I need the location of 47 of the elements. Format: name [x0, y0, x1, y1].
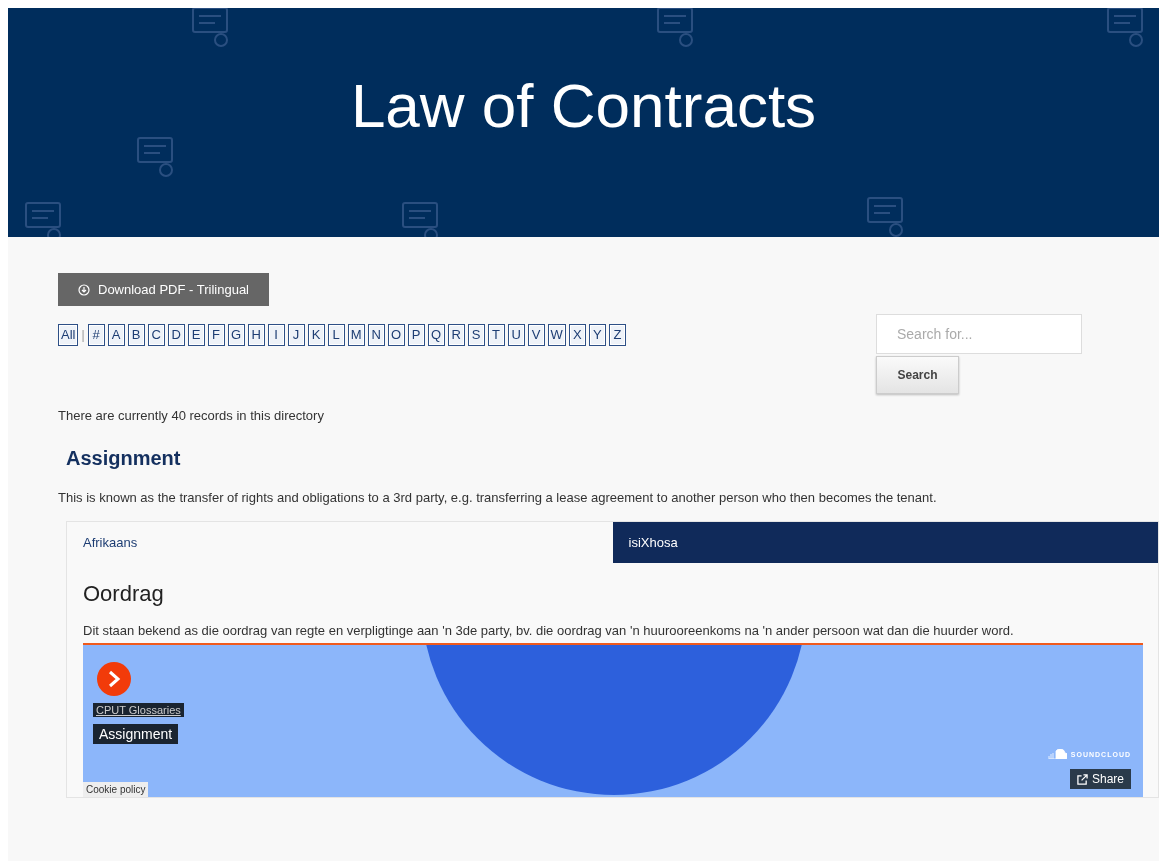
letter-link[interactable]: I	[267, 324, 285, 346]
letter-link[interactable]: L	[327, 324, 345, 346]
letter-link[interactable]: J	[287, 324, 305, 346]
letter-link[interactable]: G	[227, 324, 245, 346]
download-icon	[78, 283, 90, 296]
search-field[interactable]: Search for...	[876, 314, 1082, 354]
letter-link[interactable]: N	[367, 324, 385, 346]
letter-link[interactable]: W	[547, 324, 566, 346]
translation-definition: Dit staan bekend as die oordrag van regte en verpligtinge aan 'n 3de party, bv. die oordrag van 'n huurooreenkoms na 'n ander persoon wat dan die huurder word.	[83, 622, 1015, 640]
letter-link[interactable]: T	[487, 324, 505, 346]
letter-link[interactable]: S	[467, 324, 485, 346]
letter-link[interactable]: R	[447, 324, 465, 346]
record-count: There are currently 40 records in this directory	[58, 408, 325, 423]
letter-link[interactable]: Y	[588, 324, 606, 346]
letter-link[interactable]: B	[127, 324, 145, 346]
letter-link[interactable]: K	[307, 324, 325, 346]
cookie-policy-link[interactable]: Cookie policy	[83, 782, 149, 797]
cloud-icon	[1046, 749, 1067, 759]
letter-link[interactable]: M	[347, 324, 365, 346]
entry-term: Assignment	[66, 447, 182, 470]
separator: |	[81, 328, 85, 342]
letter-link[interactable]: A	[107, 324, 125, 346]
letter-link[interactable]: F	[207, 324, 225, 346]
page-title: Law of Contracts	[350, 70, 817, 141]
letter-link[interactable]: E	[187, 324, 205, 346]
share-icon	[1076, 773, 1088, 785]
letter-link[interactable]: All	[58, 324, 79, 346]
letter-link[interactable]: D	[167, 324, 185, 346]
share-button[interactable]: Share	[1069, 769, 1131, 789]
language-tab[interactable]: isiXhosa	[612, 522, 1158, 563]
entry-definition: This is known as the transfer of rights and obligations to a 3rd party, e.g. transferring a lease agreement to another person who then becomes the tenant.	[58, 490, 938, 505]
track-title: Assignment	[93, 724, 179, 744]
play-button[interactable]	[97, 662, 131, 696]
letter-link[interactable]: P	[407, 324, 425, 346]
letter-link[interactable]: H	[247, 324, 265, 346]
user-link[interactable]: CPUT Glossaries	[93, 703, 184, 717]
download-button[interactable]: Download PDF - Trilingual	[58, 273, 269, 306]
letter-link[interactable]: Q	[427, 324, 445, 346]
letter-link[interactable]: O	[387, 324, 405, 346]
letter-link[interactable]: #	[87, 324, 105, 346]
translation-term: Oordrag	[83, 581, 165, 607]
letter-link[interactable]: V	[527, 324, 545, 346]
letter-link[interactable]: U	[507, 324, 525, 346]
letter-link[interactable]: X	[568, 324, 586, 346]
letter-link[interactable]: C	[147, 324, 165, 346]
search-button[interactable]: Search	[876, 356, 959, 394]
letter-link[interactable]: Z	[608, 324, 626, 346]
